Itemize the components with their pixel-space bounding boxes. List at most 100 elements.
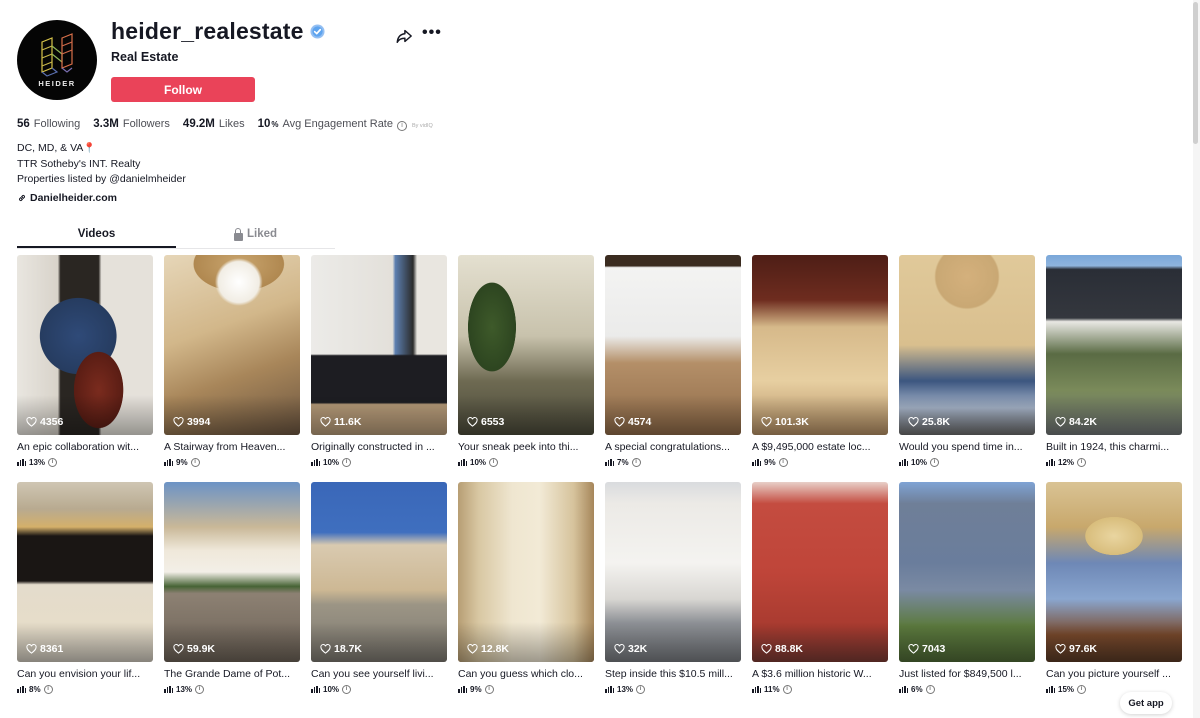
info-icon[interactable]: i bbox=[190, 458, 200, 467]
scrollbar-thumb[interactable] bbox=[1193, 2, 1198, 144]
video-card[interactable]: 25.8K Would you spend time in... 10% i bbox=[899, 255, 1035, 467]
video-thumbnail[interactable]: 7043 bbox=[899, 482, 1035, 662]
video-card[interactable]: 18.7K Can you see yourself livi... 10% i bbox=[311, 482, 447, 694]
video-caption[interactable]: Would you spend time in... bbox=[899, 440, 1035, 454]
info-icon[interactable]: i bbox=[1077, 685, 1087, 694]
info-icon[interactable]: i bbox=[43, 685, 53, 694]
video-caption[interactable]: Can you see yourself livi... bbox=[311, 667, 447, 681]
engagement-rate: 9% bbox=[470, 685, 482, 694]
video-card[interactable]: 84.2K Built in 1924, this charmi... 12% i bbox=[1046, 255, 1182, 467]
video-likes: 6553 bbox=[467, 416, 504, 428]
video-caption[interactable]: Can you envision your lif... bbox=[17, 667, 153, 681]
video-caption[interactable]: Step inside this $10.5 mill... bbox=[605, 667, 741, 681]
video-card[interactable]: 32K Step inside this $10.5 mill... 13% i bbox=[605, 482, 741, 694]
video-card[interactable]: 59.9K The Grande Dame of Pot... 13% i bbox=[164, 482, 300, 694]
link-text[interactable]: Danielheider.com bbox=[30, 192, 117, 204]
following-stat[interactable]: 56 Following bbox=[17, 118, 80, 130]
video-thumbnail[interactable]: 88.8K bbox=[752, 482, 888, 662]
info-icon[interactable]: i bbox=[342, 685, 352, 694]
heart-icon bbox=[467, 417, 478, 427]
video-caption[interactable]: Can you picture yourself ... bbox=[1046, 667, 1182, 681]
video-engagement: 9% i bbox=[752, 458, 888, 467]
video-caption[interactable]: A $3.6 million historic W... bbox=[752, 667, 888, 681]
get-app-button[interactable]: Get app bbox=[1120, 692, 1172, 714]
video-thumbnail[interactable]: 101.3K bbox=[752, 255, 888, 435]
bio-location: DC, MD, & VA bbox=[17, 142, 84, 154]
video-caption[interactable]: The Grande Dame of Pot... bbox=[164, 667, 300, 681]
thumbnail-shade bbox=[605, 395, 741, 435]
profile-stats: 56 Following 3.3M Followers 49.2M Likes … bbox=[17, 118, 446, 131]
heart-icon bbox=[173, 417, 184, 427]
video-card[interactable]: 4574 A special congratulations... 7% i bbox=[605, 255, 741, 467]
info-icon[interactable]: i bbox=[925, 685, 935, 694]
engagement-rate: 10% bbox=[911, 458, 928, 467]
video-thumbnail[interactable]: 8361 bbox=[17, 482, 153, 662]
thumbnail-shade bbox=[17, 395, 153, 435]
info-icon[interactable]: i bbox=[930, 458, 940, 467]
video-card[interactable]: 97.6K Can you picture yourself ... 15% i bbox=[1046, 482, 1182, 694]
engagement-bars-icon bbox=[605, 686, 614, 693]
profile-link[interactable]: Danielheider.com bbox=[17, 192, 117, 204]
likes-count: 4574 bbox=[628, 416, 652, 428]
info-icon[interactable]: i bbox=[484, 685, 494, 694]
video-caption[interactable]: Can you guess which clo... bbox=[458, 667, 594, 681]
video-caption[interactable]: Originally constructed in ... bbox=[311, 440, 447, 454]
profile-avatar[interactable]: HEIDER bbox=[17, 20, 97, 100]
video-card[interactable]: 11.6K Originally constructed in ... 10% i bbox=[311, 255, 447, 467]
info-icon[interactable]: i bbox=[342, 458, 352, 467]
video-caption[interactable]: Just listed for $849,500 l... bbox=[899, 667, 1035, 681]
video-caption[interactable]: An epic collaboration wit... bbox=[17, 440, 153, 454]
tab-liked[interactable]: Liked bbox=[176, 225, 335, 248]
info-icon[interactable]: i bbox=[489, 458, 499, 467]
info-icon[interactable]: i bbox=[48, 458, 58, 467]
likes-count: 3994 bbox=[187, 416, 211, 428]
tab-videos[interactable]: Videos bbox=[17, 225, 176, 248]
video-caption[interactable]: A Stairway from Heaven... bbox=[164, 440, 300, 454]
info-icon[interactable]: i bbox=[782, 685, 792, 694]
video-thumbnail[interactable]: 12.8K bbox=[458, 482, 594, 662]
video-card[interactable]: 7043 Just listed for $849,500 l... 6% i bbox=[899, 482, 1035, 694]
info-icon[interactable]: i bbox=[1077, 458, 1087, 467]
video-likes: 59.9K bbox=[173, 643, 215, 655]
video-thumbnail[interactable]: 97.6K bbox=[1046, 482, 1182, 662]
video-thumbnail[interactable]: 32K bbox=[605, 482, 741, 662]
video-caption[interactable]: A special congratulations... bbox=[605, 440, 741, 454]
video-thumbnail[interactable]: 25.8K bbox=[899, 255, 1035, 435]
video-caption[interactable]: A $9,495,000 estate loc... bbox=[752, 440, 888, 454]
video-likes: 7043 bbox=[908, 643, 945, 655]
engagement-bars-icon bbox=[1046, 686, 1055, 693]
more-options-icon[interactable]: ••• bbox=[422, 25, 441, 44]
follow-button[interactable]: Follow bbox=[111, 77, 255, 102]
video-caption[interactable]: Built in 1924, this charmi... bbox=[1046, 440, 1182, 454]
video-thumbnail[interactable]: 84.2K bbox=[1046, 255, 1182, 435]
video-thumbnail[interactable]: 3994 bbox=[164, 255, 300, 435]
share-icon[interactable] bbox=[395, 27, 413, 45]
info-icon[interactable]: i bbox=[195, 685, 205, 694]
video-thumbnail[interactable]: 11.6K bbox=[311, 255, 447, 435]
video-thumbnail[interactable]: 4356 bbox=[17, 255, 153, 435]
followers-stat[interactable]: 3.3M Followers bbox=[93, 118, 170, 130]
engagement-bars-icon bbox=[1046, 459, 1055, 466]
info-icon[interactable]: i bbox=[778, 458, 788, 467]
video-card[interactable]: 8361 Can you envision your lif... 8% i bbox=[17, 482, 153, 694]
video-thumbnail[interactable]: 18.7K bbox=[311, 482, 447, 662]
video-thumbnail[interactable]: 6553 bbox=[458, 255, 594, 435]
video-card[interactable]: 4356 An epic collaboration wit... 13% i bbox=[17, 255, 153, 467]
info-icon[interactable]: i bbox=[631, 458, 641, 467]
video-engagement: 10% i bbox=[311, 458, 447, 467]
video-card[interactable]: 3994 A Stairway from Heaven... 9% i bbox=[164, 255, 300, 467]
info-icon[interactable]: i bbox=[396, 121, 407, 131]
video-card[interactable]: 88.8K A $3.6 million historic W... 11% i bbox=[752, 482, 888, 694]
heart-icon bbox=[467, 644, 478, 654]
verified-badge-icon bbox=[310, 24, 325, 39]
video-thumbnail[interactable]: 59.9K bbox=[164, 482, 300, 662]
video-likes: 101.3K bbox=[761, 416, 809, 428]
video-thumbnail[interactable]: 4574 bbox=[605, 255, 741, 435]
video-card[interactable]: 6553 Your sneak peek into thi... 10% i bbox=[458, 255, 594, 467]
video-card[interactable]: 12.8K Can you guess which clo... 9% i bbox=[458, 482, 594, 694]
info-icon[interactable]: i bbox=[636, 685, 646, 694]
thumbnail-shade bbox=[752, 395, 888, 435]
video-caption[interactable]: Your sneak peek into thi... bbox=[458, 440, 594, 454]
video-card[interactable]: 101.3K A $9,495,000 estate loc... 9% i bbox=[752, 255, 888, 467]
video-engagement: 9% i bbox=[458, 685, 594, 694]
